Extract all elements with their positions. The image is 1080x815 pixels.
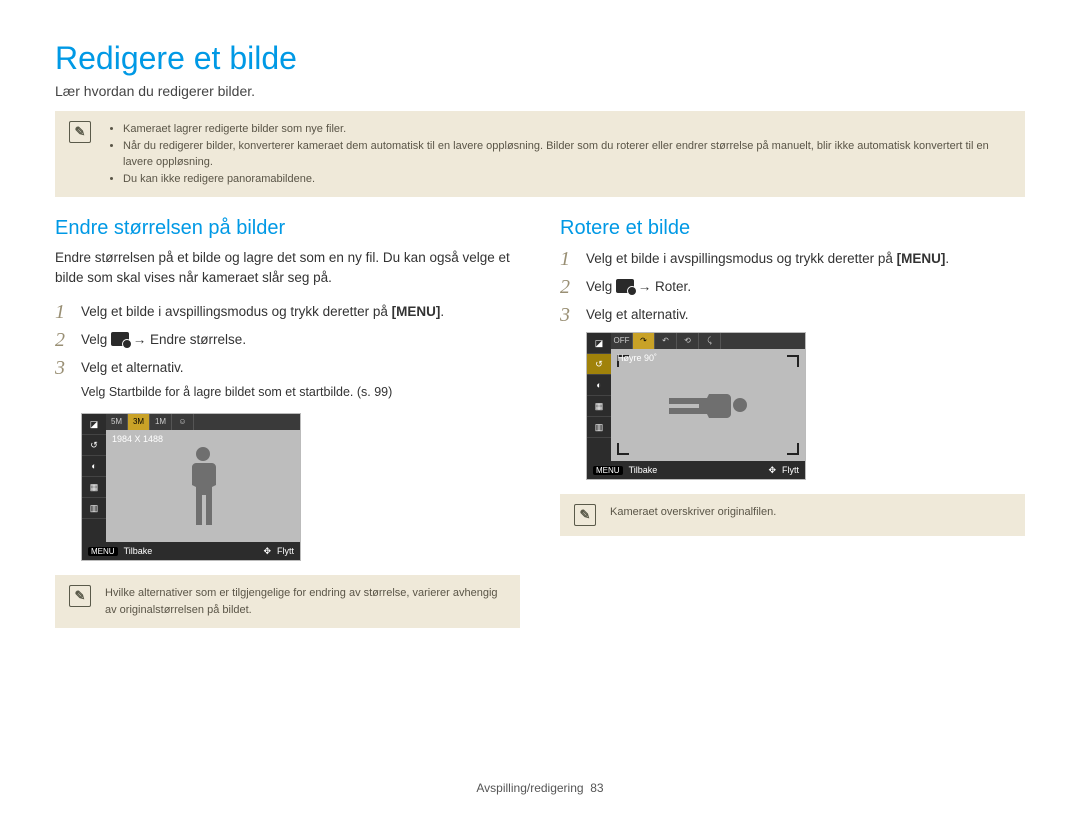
note-icon: ✎ [69,585,91,607]
menu-badge: MENU [593,466,623,475]
ss-icon: ◪ [82,414,106,435]
footer-section: Avspilling/redigering [476,781,583,795]
step-note: Velg Startbilde for å lagre bildet som e… [81,385,520,399]
ss-topbar: 5M 3M 1M ☺ [106,414,300,430]
top-note-item: Kameraet lagrer redigerte bilder som nye… [123,121,1011,138]
step-text: Velg et bilde i avspillingsmodus og tryk… [81,301,444,322]
step-number: 2 [55,329,71,351]
step-text: Velg et bilde i avspillingsmodus og tryk… [586,248,949,269]
ss-icon: ▥ [82,498,106,519]
ss-resolution-label: 1984 X 1488 [112,434,163,444]
menu-badge: MENU [88,547,118,556]
section-desc-resize: Endre størrelsen på et bilde og lagre de… [55,248,520,287]
ss-icon: ◪ [587,333,611,354]
top-note-list: Kameraet lagrer redigerte bilder som nye… [105,121,1011,187]
rotate-note-box: ✎ Kameraet overskriver originalfilen. [560,494,1025,536]
step-text: Velg et alternativ. [586,304,689,325]
step-text: Velg → Endre størrelse. [81,329,246,350]
ss-body [611,349,805,461]
ss-topicon: 5M [106,414,128,430]
step-number: 3 [560,304,576,326]
screenshot-resize: ◪ ↺ ◐ ▦ ▥ 5M 3M 1M ☺ 1984 X 1488 MENU Ti… [81,413,301,561]
edit-menu-icon [111,332,129,346]
ss-topicon: ⤹ [699,333,721,349]
ss-icon: ↺ [82,435,106,456]
page-subtitle: Lær hvordan du redigerer bilder. [55,83,1025,99]
section-resize: Endre størrelsen på bilder Endre størrel… [55,217,520,648]
ss-body [106,430,300,542]
ss-icon: ◐ [82,456,106,477]
ss-topicon-selected: ↷ [633,333,655,349]
step-3: 3 Velg et alternativ. [560,304,1025,326]
person-silhouette-icon [183,447,223,525]
step-text: Velg → Roter. [586,276,691,297]
top-note-item: Du kan ikke redigere panoramabildene. [123,171,1011,188]
ss-icon-selected: ↺ [587,354,611,375]
step-number: 1 [560,248,576,270]
page-title: Redigere et bilde [55,40,1025,77]
footer-page: 83 [590,781,603,795]
note-icon: ✎ [574,504,596,526]
ss-topicon: ⟲ [677,333,699,349]
ss-move-label: Flytt [782,465,799,475]
ss-topicon: OFF [611,333,633,349]
ss-sidebar: ◪ ↺ ◐ ▦ ▥ [587,333,611,461]
top-note-box: ✎ Kameraet lagrer redigerte bilder som n… [55,111,1025,197]
step-2: 2 Velg → Roter. [560,276,1025,298]
ss-back-label: Tilbake [124,546,153,556]
ss-bottom-bar: MENU Tilbake ✥ Flytt [82,542,300,560]
note-icon: ✎ [69,121,91,143]
ss-bottom-bar: MENU Tilbake ✥ Flytt [587,461,805,479]
step-3: 3 Velg et alternativ. [55,357,520,379]
screenshot-rotate: ◪ ↺ ◐ ▦ ▥ OFF ↷ ↶ ⟲ ⤹ Høyre 90˚ [586,332,806,480]
ss-sidebar: ◪ ↺ ◐ ▦ ▥ [82,414,106,542]
section-heading-resize: Endre størrelsen på bilder [55,217,520,240]
top-note-item: Når du redigerer bilder, konverterer kam… [123,138,1011,171]
resize-note-box: ✎ Hvilke alternativer som er tilgjengeli… [55,575,520,628]
ss-icon: ◐ [587,375,611,396]
step-number: 2 [560,276,576,298]
ss-icon: ▦ [82,477,106,498]
section-rotate: Rotere et bilde 1 Velg et bilde i avspil… [560,217,1025,648]
step-2: 2 Velg → Endre størrelse. [55,329,520,351]
rotate-note-text: Kameraet overskriver originalfilen. [610,504,776,521]
ss-rotate-label: Høyre 90˚ [617,353,657,363]
nav-icon: ✥ [263,546,271,557]
ss-topicon: ↶ [655,333,677,349]
ss-move-label: Flytt [277,546,294,556]
ss-topicon: ☺ [172,414,194,430]
ss-topicon: 1M [150,414,172,430]
ss-icon: ▦ [587,396,611,417]
step-1: 1 Velg et bilde i avspillingsmodus og tr… [560,248,1025,270]
resize-note-text: Hvilke alternativer som er tilgjengelige… [105,585,506,618]
edit-menu-icon [616,279,634,293]
ss-icon: ▥ [587,417,611,438]
page-footer: Avspilling/redigering 83 [0,781,1080,795]
step-number: 1 [55,301,71,323]
step-number: 3 [55,357,71,379]
ss-topicon-selected: 3M [128,414,150,430]
person-silhouette-icon [669,385,747,425]
section-heading-rotate: Rotere et bilde [560,217,1025,240]
step-1: 1 Velg et bilde i avspillingsmodus og tr… [55,301,520,323]
nav-icon: ✥ [768,465,776,476]
ss-topbar: OFF ↷ ↶ ⟲ ⤹ [611,333,805,349]
ss-back-label: Tilbake [629,465,658,475]
step-text: Velg et alternativ. [81,357,184,378]
